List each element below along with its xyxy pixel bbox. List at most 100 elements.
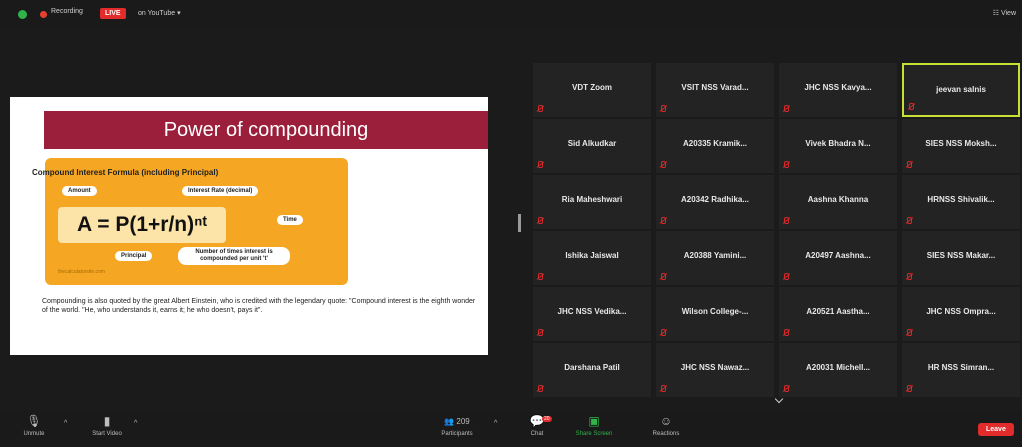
participant-tile[interactable]: HRNSS Shivalik...	[902, 175, 1020, 229]
slide-title: Power of compounding	[44, 111, 488, 149]
leave-button[interactable]: Leave	[978, 423, 1014, 436]
bottom-toolbar: 🎙 Unmute ^ ▮ Start Video ^ 👥 209 Partici…	[0, 412, 1022, 447]
view-label: View	[1000, 10, 1016, 17]
participant-tile[interactable]: Aashna Khanna	[779, 175, 897, 229]
participant-name: Darshana Patil	[564, 363, 620, 372]
chevron-down-icon[interactable]	[774, 396, 784, 406]
mic-muted-icon	[783, 385, 789, 392]
participant-tile[interactable]: Ishika Jaiswal	[533, 231, 651, 285]
shield-icon[interactable]	[18, 10, 27, 19]
mic-muted-icon	[783, 105, 789, 112]
mic-muted-icon	[537, 329, 543, 336]
view-button[interactable]: ☷ View	[993, 9, 1016, 17]
participant-name: Aashna Khanna	[807, 195, 869, 204]
participants-button[interactable]: 👥 209 Participants	[432, 415, 482, 437]
participant-tile[interactable]: A20388 Yamini...	[656, 231, 774, 285]
mic-muted-icon	[537, 385, 543, 392]
source-credit: thecalculatorsite.com	[58, 269, 105, 275]
participant-tile[interactable]: HR NSS Simran...	[902, 343, 1020, 397]
rate-label: Interest Rate (decimal)	[182, 186, 259, 196]
share-screen-label: Share Screen	[575, 431, 613, 437]
participant-tile[interactable]: Vivek Bhadra N...	[779, 119, 897, 173]
participant-tile[interactable]: A20342 Radhika...	[656, 175, 774, 229]
participant-name: A20031 Michell...	[805, 363, 871, 372]
participant-name: A20497 Aashna...	[805, 251, 871, 260]
participant-tile[interactable]: Wilson College-...	[656, 287, 774, 341]
mic-muted-icon	[783, 161, 789, 168]
participant-name: JHC NSS Nawaz...	[680, 363, 750, 372]
participant-name: VDT Zoom	[572, 83, 612, 92]
participant-name: JHC NSS Kavya...	[804, 83, 872, 92]
reactions-button[interactable]: ☺ Reactions	[648, 415, 684, 438]
participant-tile[interactable]: A20521 Aastha...	[779, 287, 897, 341]
mic-muted-icon	[906, 161, 912, 168]
participant-tile[interactable]: VDT Zoom	[533, 63, 651, 117]
participant-tile[interactable]: Sid Alkudkar	[533, 119, 651, 173]
participant-name: HR NSS Simran...	[927, 363, 995, 372]
unmute-label: Unmute	[23, 431, 45, 437]
participant-name: HRNSS Shivalik...	[927, 195, 995, 204]
participant-name: A20342 Radhika...	[680, 195, 750, 204]
participant-tile[interactable]: SIES NSS Moksh...	[902, 119, 1020, 173]
recording-label: Recording	[51, 8, 83, 15]
participants-icon: 👥 209	[444, 417, 470, 426]
participant-name: JHC NSS Vedika...	[557, 307, 627, 316]
participant-name: Wilson College-...	[681, 307, 749, 316]
shared-screen: Power of compounding Compound Interest F…	[10, 97, 488, 355]
participant-name: SIES NSS Moksh...	[925, 139, 997, 148]
participant-tile[interactable]: A20497 Aashna...	[779, 231, 897, 285]
participant-tile[interactable]: SIES NSS Makar...	[902, 231, 1020, 285]
participant-tile[interactable]: VSIT NSS Varad...	[656, 63, 774, 117]
unmute-button[interactable]: 🎙 Unmute	[20, 414, 48, 438]
mic-muted-icon: 🎙	[26, 414, 42, 428]
share-screen-icon: ▣	[588, 414, 600, 428]
mic-muted-icon	[660, 105, 666, 112]
live-platform-label: on YouTube	[138, 10, 176, 17]
live-badge: LIVE	[100, 8, 126, 19]
audio-options-caret[interactable]: ^	[64, 420, 67, 427]
participant-gallery: VDT Zoom VSIT NSS Varad... JHC NSS Kavya..…	[533, 63, 1022, 401]
video-off-icon: ▮	[103, 414, 111, 428]
mic-muted-icon	[537, 217, 543, 224]
chat-label: Chat	[530, 431, 544, 437]
participant-tile[interactable]: JHC NSS Vedika...	[533, 287, 651, 341]
mic-muted-icon	[906, 385, 912, 392]
reactions-label: Reactions	[652, 431, 680, 437]
participants-options-caret[interactable]: ^	[494, 420, 497, 427]
mic-muted-icon	[660, 217, 666, 224]
mic-muted-icon	[908, 103, 914, 110]
chat-unread-badge: 20	[542, 416, 552, 422]
participants-label: Participants	[441, 431, 473, 437]
mic-muted-icon	[660, 385, 666, 392]
participant-tile[interactable]: Darshana Patil	[533, 343, 651, 397]
video-options-caret[interactable]: ^	[134, 420, 137, 427]
mic-muted-icon	[783, 217, 789, 224]
mic-muted-icon	[537, 105, 543, 112]
slide-quote: Compounding is also quoted by the great …	[42, 298, 476, 314]
split-resize-handle[interactable]	[518, 214, 521, 232]
mic-muted-icon	[783, 329, 789, 336]
live-platform-dropdown[interactable]: on YouTube ▾	[138, 9, 181, 17]
participant-tile[interactable]: jeevan salnis	[902, 63, 1020, 117]
participant-tile[interactable]: JHC NSS Ompra...	[902, 287, 1020, 341]
participant-tile[interactable]: JHC NSS Nawaz...	[656, 343, 774, 397]
participant-count: 209	[456, 417, 470, 426]
formula: A = P(1+r/n)ⁿᵗ	[58, 207, 226, 243]
participant-tile[interactable]: JHC NSS Kavya...	[779, 63, 897, 117]
participant-name: VSIT NSS Varad...	[681, 83, 749, 92]
participant-name: Vivek Bhadra N...	[805, 139, 871, 148]
participant-tile[interactable]: Ria Maheshwari	[533, 175, 651, 229]
participant-tile[interactable]: A20031 Michell...	[779, 343, 897, 397]
share-screen-button[interactable]: ▣ Share Screen	[572, 414, 616, 438]
participant-name: A20388 Yamini...	[683, 251, 747, 260]
participant-tile[interactable]: A20335 Kramik...	[656, 119, 774, 173]
mic-muted-icon	[906, 217, 912, 224]
participant-name: SIES NSS Makar...	[926, 251, 996, 260]
amount-label: Amount	[62, 186, 97, 196]
start-video-button[interactable]: ▮ Start Video	[87, 414, 127, 438]
participant-name: jeevan salnis	[936, 85, 986, 94]
time-label: Time	[277, 215, 303, 225]
mic-muted-icon	[660, 273, 666, 280]
times-label: Number of times interest is compounded p…	[178, 247, 290, 265]
mic-muted-icon	[783, 273, 789, 280]
